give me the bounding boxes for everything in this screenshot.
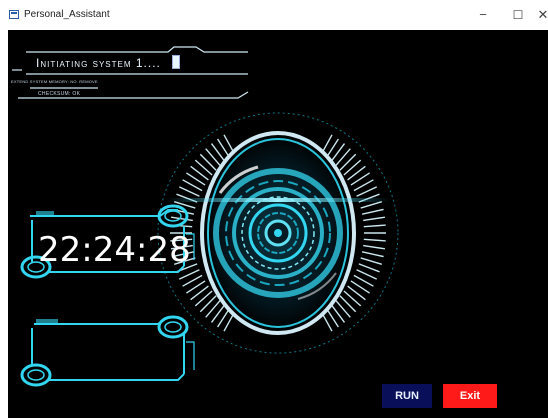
reactor-scanner: [157, 112, 399, 354]
reactor-tick: [363, 216, 386, 222]
window-title: Personal_Assistant: [24, 9, 110, 20]
reactor-tick: [361, 251, 384, 258]
reactor-tick: [194, 290, 213, 307]
title-bar[interactable]: Personal_Assistant − ☐ ✕: [0, 0, 548, 30]
reactor-tick: [179, 269, 200, 280]
reactor-tick: [358, 263, 380, 273]
maximize-button[interactable]: ☐: [507, 6, 529, 24]
status-text: Initiating system 1....: [36, 56, 161, 70]
reactor-tick: [339, 295, 357, 313]
reactor-tick: [170, 216, 193, 222]
run-button[interactable]: RUN: [382, 384, 432, 408]
reactor-tick: [356, 186, 377, 197]
reactor-tick: [205, 299, 222, 318]
minimize-button[interactable]: −: [472, 6, 494, 24]
clock-display: 22:24:28: [38, 230, 191, 270]
reactor-tick: [179, 186, 200, 197]
reactor-tick: [334, 148, 351, 167]
reactor-tick: [361, 208, 384, 215]
reactor-tick: [343, 290, 362, 307]
reactor-tick: [199, 295, 217, 313]
app-window: Personal_Assistant − ☐ ✕ Initiating syst…: [0, 0, 548, 418]
memory-text: EXTEND SYSTEM MEMORY: NO. REMOVE: [11, 79, 98, 84]
reactor-tick: [334, 299, 351, 318]
app-window-icon: [9, 10, 19, 19]
hud-graphics: [12, 46, 399, 387]
reactor-tick: [360, 201, 383, 209]
hud-screen: Initiating system 1.... EXTEND SYSTEM ME…: [8, 30, 548, 418]
reactor-tick: [199, 153, 217, 171]
checksum-text: CHECKSUM: OK: [38, 91, 81, 97]
reactor-tick: [205, 148, 222, 167]
reactor-tick: [363, 238, 386, 242]
reactor-tick: [343, 159, 362, 176]
reactor-tick: [356, 269, 377, 280]
cursor-block: [172, 55, 180, 69]
close-button[interactable]: ✕: [532, 6, 548, 24]
reactor-tick: [363, 224, 386, 228]
secondary-frame: [20, 315, 195, 387]
exit-button[interactable]: Exit: [443, 384, 497, 408]
reactor-tick: [339, 153, 357, 171]
reactor-tick: [360, 257, 383, 265]
reactor-tick: [194, 159, 213, 176]
reactor-tick: [363, 244, 386, 250]
